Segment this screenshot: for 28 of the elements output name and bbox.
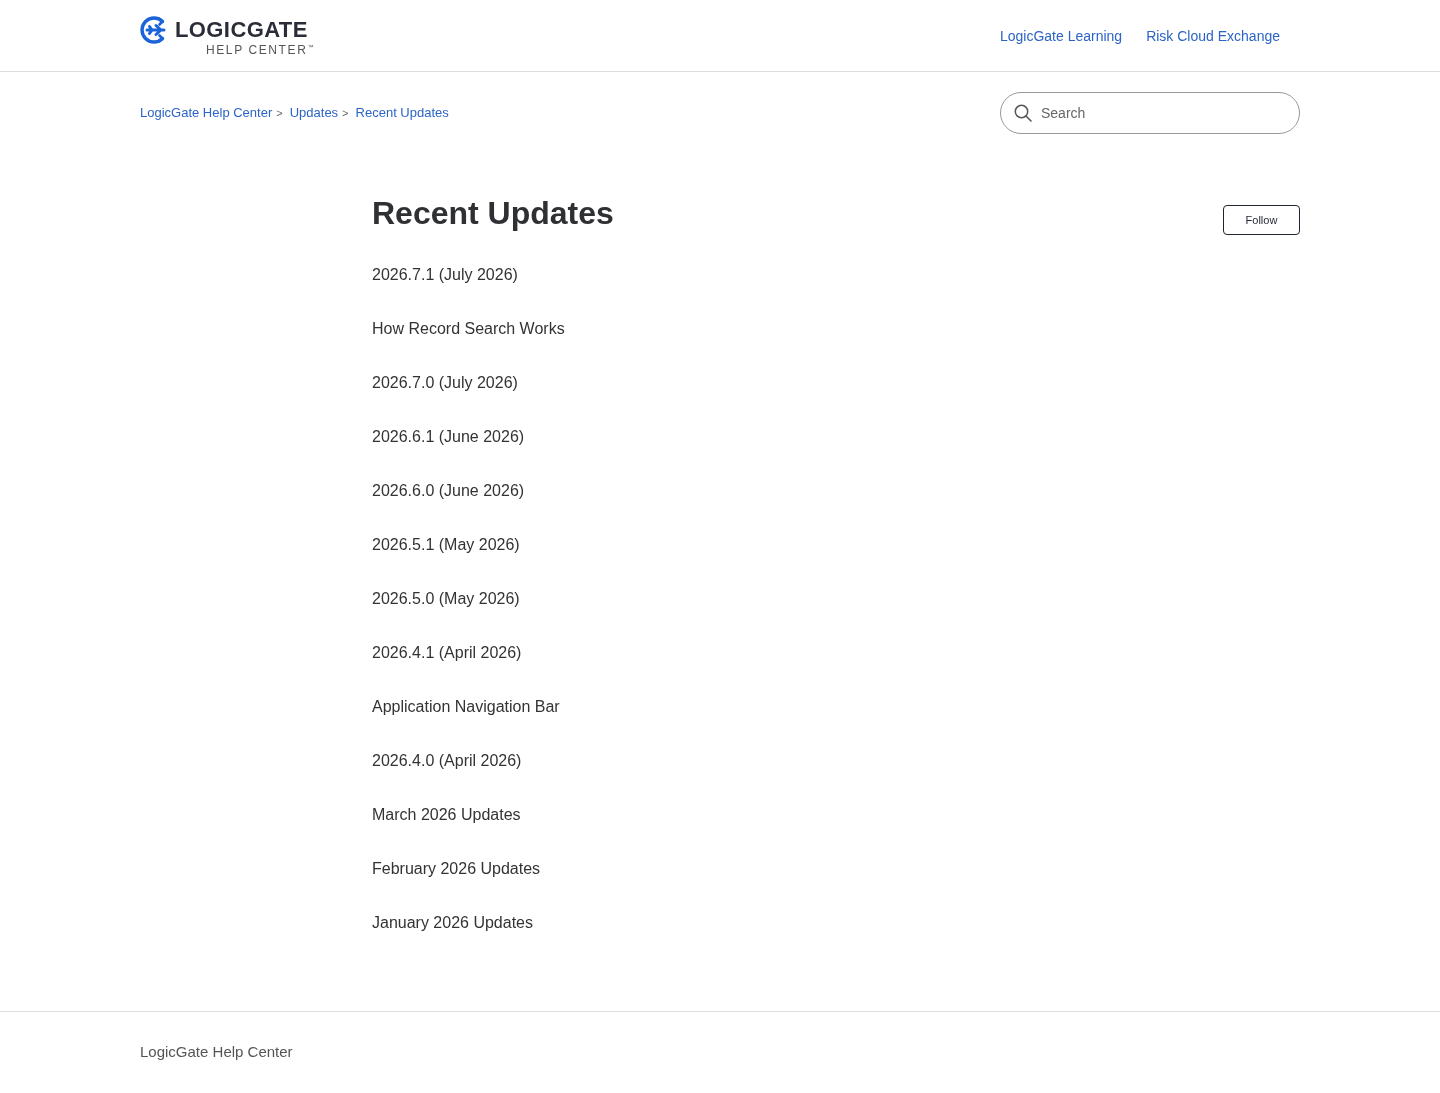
article-link[interactable]: 2026.4.1 (April 2026) [372,644,522,661]
article-link[interactable]: 2026.6.1 (June 2026) [372,428,525,445]
article-link[interactable]: February 2026 Updates [372,860,541,877]
article-link[interactable]: 2026.5.1 (May 2026) [372,536,520,553]
article-link[interactable]: How Record Search Works [372,320,565,337]
article-link[interactable]: March 2026 Updates [372,806,521,823]
nav-link[interactable]: LogicGate Learning [999,26,1123,45]
article-link[interactable]: January 2026 Updates [372,914,533,931]
logo-subtitle: HELP CENTER$^{™}$ [206,41,314,57]
breadcrumb-separator: > [342,106,349,121]
follow-button[interactable]: Follow [1223,205,1300,235]
search-icon [1014,104,1032,122]
nav-link[interactable]: Risk Cloud Exchange [1146,26,1280,45]
breadcrumb-link[interactable]: Recent Updates [355,105,449,121]
article-link[interactable]: 2026.4.0 (April 2026) [372,752,522,769]
article-link[interactable]: 2026.6.0 (June 2026) [372,482,525,499]
page-title: Recent Updates [372,194,614,233]
breadcrumb-link[interactable]: LogicGate Help Center [140,105,273,121]
search-field[interactable]: Search [1000,92,1300,134]
breadcrumb-link[interactable]: Updates [289,105,339,121]
footer-text: LogicGate Help Center [140,1043,293,1060]
article-link[interactable]: 2026.7.1 (July 2026) [372,266,518,283]
article-link[interactable]: 2026.5.0 (May 2026) [372,590,520,607]
breadcrumb-separator: > [276,106,283,121]
logo-icon[interactable] [140,15,168,44]
article-link[interactable]: Application Navigation Bar [372,698,560,715]
logo-wordmark: LOGICGATE [175,19,309,40]
article-link[interactable]: 2026.7.0 (July 2026) [372,374,518,391]
